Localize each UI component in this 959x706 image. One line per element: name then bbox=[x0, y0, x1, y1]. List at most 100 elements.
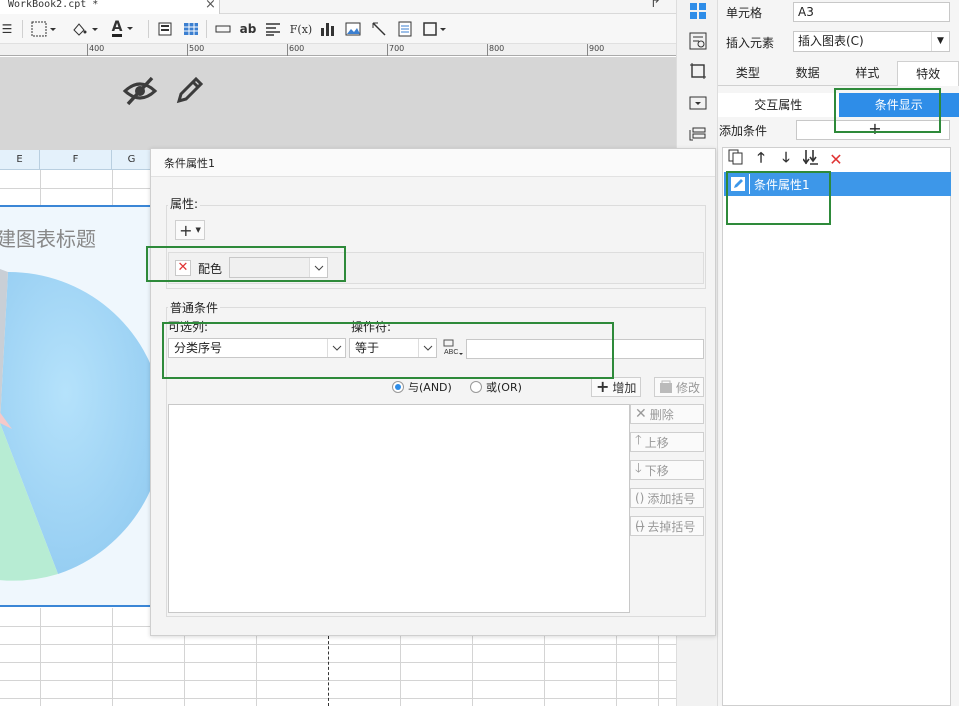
edit-icon bbox=[731, 177, 745, 191]
edit-pencil-icon[interactable] bbox=[174, 74, 206, 106]
condition-list-area[interactable] bbox=[168, 404, 630, 613]
and-radio[interactable]: 与(AND) bbox=[392, 379, 452, 395]
column-select[interactable]: 分类序号 bbox=[168, 338, 346, 358]
ruler-label: 700 bbox=[389, 44, 405, 53]
tab-effects[interactable]: 特效 bbox=[897, 61, 959, 86]
ruler-label: 400 bbox=[89, 44, 105, 53]
bar-chart-icon[interactable] bbox=[318, 20, 336, 38]
condition-list-item[interactable]: 条件属性1 bbox=[724, 172, 951, 196]
close-tab-icon[interactable]: × bbox=[205, 0, 216, 12]
ruler-label: 600 bbox=[289, 44, 305, 53]
move-down-icon[interactable]: 🡓 bbox=[778, 147, 794, 171]
value-type-icon[interactable]: ABC bbox=[442, 338, 464, 358]
tab-style[interactable]: 样式 bbox=[837, 61, 898, 86]
table-icon[interactable] bbox=[182, 20, 200, 38]
column-label: 可选列: bbox=[168, 320, 209, 334]
move-up-button[interactable]: 🡑 上移 bbox=[630, 432, 704, 452]
delete-icon: ✕ bbox=[635, 406, 647, 422]
hide-eye-icon[interactable] bbox=[122, 74, 158, 106]
modify-icon bbox=[660, 380, 672, 393]
widget-settings-icon[interactable] bbox=[687, 30, 709, 52]
remove-bracket-icon: ()̶ bbox=[635, 519, 645, 533]
fill-color-icon[interactable] bbox=[70, 20, 100, 38]
or-radio-label: 或(OR) bbox=[486, 381, 522, 394]
cell-label: 单元格 bbox=[726, 6, 763, 20]
pie-slices bbox=[0, 269, 152, 581]
crop-icon[interactable] bbox=[687, 60, 709, 82]
and-radio-label: 与(AND) bbox=[408, 381, 452, 394]
normal-condition-legend: 普通条件 bbox=[168, 299, 221, 316]
condition-dialog: 条件属性1 属性: + ▼ ✕ 配色 普通条件 可选列: 分类序号 操作符: 等于… bbox=[150, 148, 716, 636]
copy-icon[interactable] bbox=[728, 149, 744, 169]
value-input[interactable] bbox=[466, 339, 704, 359]
file-tab-name: WorkBook2.cpt * bbox=[8, 0, 99, 10]
chevron-down-icon: ▼ bbox=[931, 32, 949, 51]
arrow-down-icon: 🡓 bbox=[635, 461, 642, 476]
plus-icon: + bbox=[596, 377, 610, 396]
chevron-down-icon bbox=[309, 258, 327, 277]
color-select[interactable] bbox=[229, 257, 328, 278]
formula-icon[interactable]: F(x) bbox=[290, 20, 312, 38]
subtab-interaction[interactable]: 交互属性 bbox=[718, 93, 839, 117]
properties-panel: 单元格 A3 插入元素 插入图表(C) ▼ 类型 数据 样式 特效 交互属性 条… bbox=[718, 0, 959, 706]
ruler-label: 900 bbox=[589, 44, 605, 53]
insert-element-select[interactable]: 插入图表(C) ▼ bbox=[793, 31, 950, 52]
color-label: 配色 bbox=[198, 262, 223, 276]
cell-field[interactable]: A3 bbox=[793, 2, 950, 22]
text-icon[interactable]: ab bbox=[238, 20, 258, 38]
pie-chart[interactable]: 建图表标题 bbox=[0, 205, 152, 607]
or-radio[interactable]: 或(OR) bbox=[470, 379, 522, 395]
chevron-down-icon bbox=[327, 339, 345, 357]
column-header-g[interactable]: G bbox=[112, 150, 152, 170]
operator-label: 操作符: bbox=[351, 320, 392, 334]
svg-text:ABC: ABC bbox=[444, 349, 458, 356]
slash-icon[interactable] bbox=[370, 20, 388, 38]
cell-style-icon[interactable] bbox=[156, 20, 174, 38]
move-down-button[interactable]: 🡓 下移 bbox=[630, 460, 704, 480]
radio-unselected-icon bbox=[470, 381, 482, 393]
chevron-down-icon bbox=[418, 339, 436, 357]
frame-dropdown-icon[interactable] bbox=[422, 20, 448, 38]
chart-tabs: 类型 数据 样式 特效 bbox=[718, 61, 959, 86]
paragraph-icon[interactable] bbox=[264, 20, 282, 38]
remove-bracket-button[interactable]: ()̶ 去掉括号 bbox=[630, 516, 704, 536]
condition-item-label: 条件属性1 bbox=[754, 178, 810, 192]
border-dropdown-icon[interactable] bbox=[30, 20, 58, 38]
delete-condition-button[interactable]: ✕ 删除 bbox=[630, 404, 704, 424]
form-icon[interactable] bbox=[396, 20, 414, 38]
ruler-label: 800 bbox=[489, 44, 505, 53]
tab-data[interactable]: 数据 bbox=[777, 61, 838, 86]
ruler-label: 500 bbox=[189, 44, 205, 53]
column-header-f[interactable]: F bbox=[40, 150, 112, 170]
hierarchy-icon[interactable] bbox=[687, 124, 709, 146]
cell-attributes-icon[interactable] bbox=[687, 0, 709, 22]
insert-element-label: 插入元素 bbox=[726, 36, 775, 50]
align-icon[interactable]: ☰ bbox=[0, 20, 14, 38]
separator-line-icon[interactable] bbox=[214, 20, 232, 38]
move-bottom-icon[interactable] bbox=[802, 149, 819, 169]
toolbar: ☰ A ab F(x) bbox=[0, 14, 676, 44]
file-tab[interactable]: WorkBook2.cpt * × bbox=[0, 0, 220, 14]
column-header-e[interactable]: E bbox=[0, 150, 40, 170]
bracket-icon: () bbox=[635, 491, 645, 505]
remove-attribute-icon[interactable]: ✕ bbox=[175, 260, 191, 276]
add-bracket-button[interactable]: () 添加括号 bbox=[630, 488, 704, 508]
modify-button[interactable]: 修改 bbox=[654, 377, 704, 397]
image-icon[interactable] bbox=[344, 20, 362, 38]
dropdown-widget-icon[interactable] bbox=[687, 92, 709, 114]
add-attribute-button[interactable]: + ▼ bbox=[175, 220, 205, 240]
dialog-titlebar: 条件属性1 bbox=[151, 149, 715, 177]
operator-select[interactable]: 等于 bbox=[349, 338, 437, 358]
arrow-up-icon: 🡑 bbox=[635, 433, 642, 448]
move-up-icon[interactable]: 🡑 bbox=[753, 147, 769, 171]
add-condition-button[interactable]: + bbox=[796, 120, 950, 140]
font-color-icon[interactable]: A bbox=[108, 20, 140, 38]
effects-subtabs: 交互属性 条件显示 bbox=[718, 93, 959, 117]
delete-icon[interactable]: ✕ bbox=[828, 150, 844, 169]
add-condition-row-button[interactable]: + 增加 bbox=[591, 377, 641, 397]
tab-type[interactable]: 类型 bbox=[718, 61, 778, 86]
dialog-title: 条件属性1 bbox=[164, 157, 215, 170]
collapse-arrow-icon[interactable]: ↱ bbox=[650, 0, 661, 11]
subtab-conditional-display[interactable]: 条件显示 bbox=[838, 93, 959, 117]
radio-selected-icon bbox=[392, 381, 404, 393]
